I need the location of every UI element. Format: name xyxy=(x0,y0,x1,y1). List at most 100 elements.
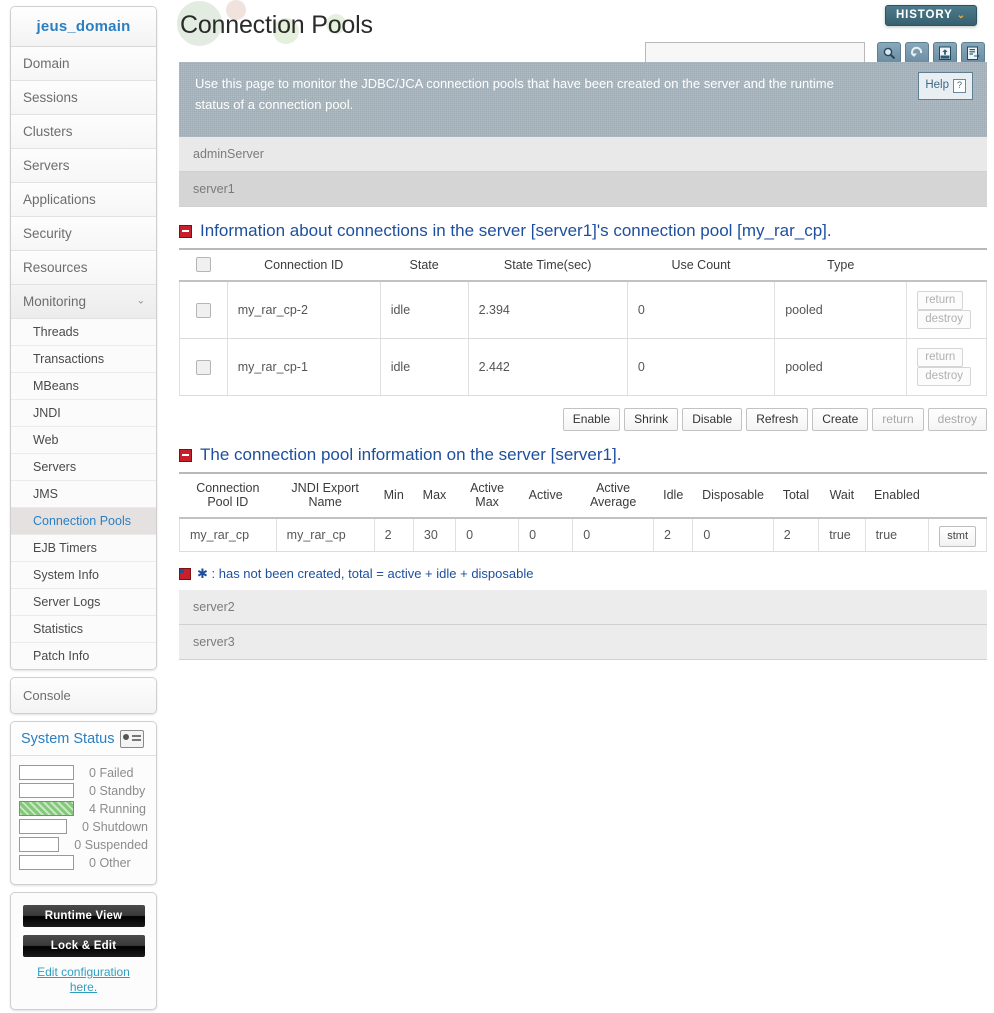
sidebar-item-security[interactable]: Security xyxy=(11,217,156,251)
server-row-server3[interactable]: server3 xyxy=(179,625,987,661)
monitor-icon[interactable] xyxy=(120,730,145,748)
refresh-button[interactable]: Refresh xyxy=(746,408,809,432)
sidebar-subitem-system-info[interactable]: System Info xyxy=(11,562,156,589)
system-status-list: 0 Failed 0 Standby 4 Running 0 Shutdown … xyxy=(11,756,156,884)
sidebar-subitem-ejb-timers[interactable]: EJB Timers xyxy=(11,535,156,562)
status-row-suspended: 0 Suspended xyxy=(19,837,148,852)
sidebar-item-label: Clusters xyxy=(23,124,73,139)
search-icon[interactable] xyxy=(877,42,901,64)
sidebar-item-applications[interactable]: Applications xyxy=(11,183,156,217)
lock-and-edit-button[interactable]: Lock & Edit xyxy=(22,935,145,957)
shrink-button[interactable]: Shrink xyxy=(624,408,679,432)
status-label: 0 Failed xyxy=(89,765,134,780)
select-all-checkbox[interactable] xyxy=(195,257,211,273)
disable-button[interactable]: Disable xyxy=(682,408,743,432)
cell-active: 0 xyxy=(518,518,574,553)
sidebar-subitem-jms[interactable]: JMS xyxy=(11,481,156,508)
sidebar-subitem-servers[interactable]: Servers xyxy=(11,454,156,481)
cell-use-count: 0 xyxy=(626,281,776,340)
connections-section-title: Information about connections in the ser… xyxy=(200,221,832,240)
stmt-button[interactable]: stmt xyxy=(939,526,976,548)
export-xml-icon[interactable] xyxy=(933,42,957,64)
column-total: Total xyxy=(773,474,819,520)
create-button[interactable]: Create xyxy=(812,408,869,432)
cell-actions: return destroy xyxy=(906,281,987,340)
history-button[interactable]: HISTORY ⌄ xyxy=(884,5,977,26)
sidebar-item-console[interactable]: Console xyxy=(11,678,156,713)
sidebar-subitem-threads[interactable]: Threads xyxy=(11,319,156,346)
sidebar-subitem-patch-info[interactable]: Patch Info xyxy=(11,643,156,669)
column-active: Active xyxy=(518,474,573,520)
server-row-server1[interactable]: server1 xyxy=(179,172,987,207)
sidebar-item-label: Servers xyxy=(23,158,70,173)
sidebar-item-label: Security xyxy=(23,226,72,241)
sidebar-item-servers[interactable]: Servers xyxy=(11,149,156,183)
help-button[interactable]: Help ? xyxy=(918,72,973,100)
edit-configuration-link[interactable]: Edit configuration here. xyxy=(19,965,148,999)
cell-enabled: true xyxy=(864,518,930,553)
sidebar-subitem-transactions[interactable]: Transactions xyxy=(11,346,156,373)
sidebar-item-sessions[interactable]: Sessions xyxy=(11,81,156,115)
row-return-button[interactable]: return xyxy=(917,291,964,311)
column-active-max: Active Max xyxy=(455,474,519,520)
destroy-button[interactable]: destroy xyxy=(927,408,987,432)
page-title: Connection Pools xyxy=(180,11,373,39)
column-select-all xyxy=(179,250,228,283)
refresh-icon[interactable] xyxy=(905,42,929,64)
cell-active-max: 0 xyxy=(455,518,520,553)
sidebar-subitem-server-logs[interactable]: Server Logs xyxy=(11,589,156,616)
page-root: jeus_domain Domain Sessions Clusters Ser… xyxy=(0,0,994,1013)
runtime-view-button[interactable]: Runtime View xyxy=(22,905,145,927)
cell-active-average: 0 xyxy=(572,518,655,553)
cell-idle: 2 xyxy=(653,518,694,553)
domain-name[interactable]: jeus_domain xyxy=(11,7,156,47)
sidebar-item-label: Monitoring xyxy=(23,294,87,309)
cell-state-time: 2.442 xyxy=(467,338,628,397)
system-status-title: System Status xyxy=(21,731,115,747)
cell-total: 2 xyxy=(772,518,820,553)
table-row[interactable]: my_rar_cp-1 idle 2.442 0 pooled return d… xyxy=(179,338,987,397)
sidebar-item-clusters[interactable]: Clusters xyxy=(11,115,156,149)
sidebar-subitem-mbeans[interactable]: MBeans xyxy=(11,373,156,400)
sidebar-subitem-statistics[interactable]: Statistics xyxy=(11,616,156,643)
server-row-server2[interactable]: server2 xyxy=(179,590,987,626)
history-label: HISTORY xyxy=(895,9,953,21)
row-return-button[interactable]: return xyxy=(917,348,964,368)
table-row[interactable]: my_rar_cp my_rar_cp 2 30 0 0 0 2 0 2 tru… xyxy=(179,518,987,553)
cell-state-time: 2.394 xyxy=(467,281,628,340)
sidebar-submenu: Threads Transactions MBeans JNDI Web Ser… xyxy=(11,319,156,669)
sidebar-subitem-connection-pools[interactable]: Connection Pools xyxy=(11,508,156,535)
row-destroy-button[interactable]: destroy xyxy=(917,310,971,330)
status-bar xyxy=(19,855,74,870)
table-header-row: Connection ID State State Time(sec) Use … xyxy=(179,250,987,283)
export-report-icon[interactable] xyxy=(961,42,985,64)
sidebar-item-resources[interactable]: Resources xyxy=(11,251,156,285)
table-row[interactable]: my_rar_cp-2 idle 2.394 0 pooled return d… xyxy=(179,281,987,340)
cell-disposable: 0 xyxy=(692,518,774,553)
sidebar-subitem-web[interactable]: Web xyxy=(11,427,156,454)
status-bar xyxy=(19,819,67,834)
row-destroy-button[interactable]: destroy xyxy=(917,367,971,387)
row-checkbox-cell xyxy=(179,338,228,397)
column-connection-pool-id: Connection Pool ID xyxy=(179,474,277,520)
column-jndi-export-name: JNDI Export Name xyxy=(276,474,375,520)
enable-button[interactable]: Enable xyxy=(562,408,621,432)
cell-jndi-export-name: my_rar_cp xyxy=(275,518,375,553)
search-input[interactable] xyxy=(645,42,865,64)
sidebar-item-monitoring[interactable]: Monitoring ⌄ xyxy=(11,285,156,319)
question-mark-icon: ? xyxy=(953,78,966,93)
return-button[interactable]: return xyxy=(872,408,924,432)
help-label: Help xyxy=(925,79,949,91)
collapse-toggle-icon[interactable] xyxy=(179,448,192,462)
row-checkbox[interactable] xyxy=(195,359,211,375)
sidebar-item-label: Domain xyxy=(23,56,70,71)
row-checkbox[interactable] xyxy=(195,302,211,318)
server-row-adminserver[interactable]: adminServer xyxy=(179,137,987,172)
info-banner: Use this page to monitor the JDBC/JCA co… xyxy=(179,62,987,137)
status-row-standby: 0 Standby xyxy=(19,783,148,798)
sidebar-item-domain[interactable]: Domain xyxy=(11,47,156,81)
pool-section-header: The connection pool information on the s… xyxy=(179,445,987,475)
collapse-toggle-icon[interactable] xyxy=(179,224,192,238)
connections-table: Connection ID State State Time(sec) Use … xyxy=(179,250,987,397)
sidebar-subitem-jndi[interactable]: JNDI xyxy=(11,400,156,427)
